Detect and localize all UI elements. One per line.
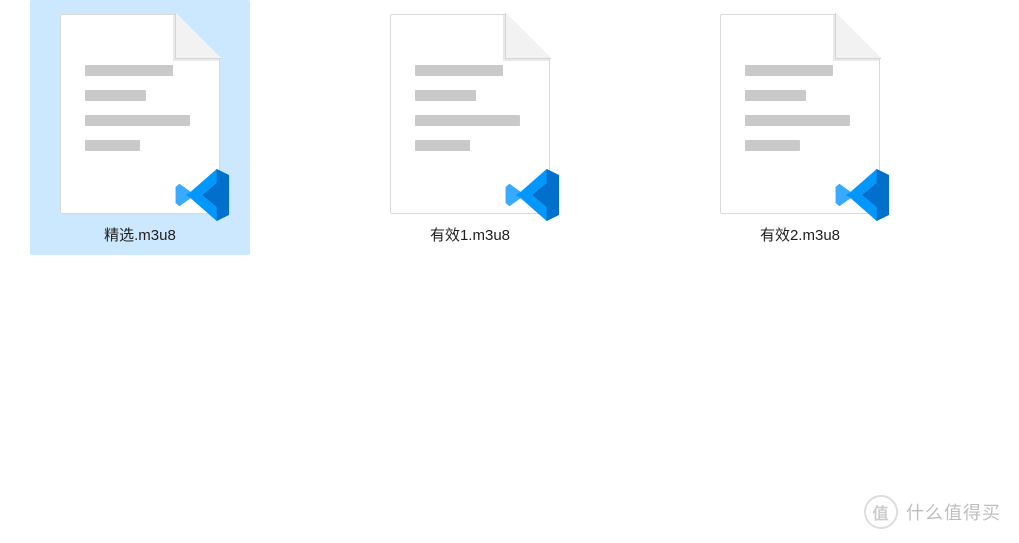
file-item[interactable]: 有效2.m3u8 [690,0,910,255]
file-grid: 精选.m3u8 有效1.m3u8 [0,0,1019,255]
file-icon [390,14,550,214]
watermark-badge-icon: 值 [864,495,898,529]
file-icon [60,14,220,214]
file-label: 有效2.m3u8 [760,224,840,245]
file-item[interactable]: 有效1.m3u8 [360,0,580,255]
vscode-icon [832,164,894,226]
file-label: 精选.m3u8 [104,224,176,245]
watermark-text: 什么值得买 [906,499,1001,525]
file-item[interactable]: 精选.m3u8 [30,0,250,255]
file-label: 有效1.m3u8 [430,224,510,245]
watermark: 值 什么值得买 [864,495,1001,529]
file-icon [720,14,880,214]
vscode-icon [502,164,564,226]
vscode-icon [172,164,234,226]
